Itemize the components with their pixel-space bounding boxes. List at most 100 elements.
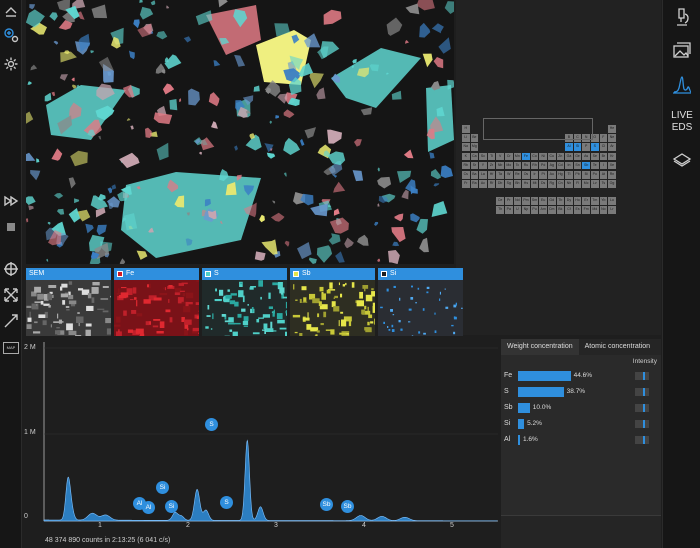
element-al[interactable]: Al (565, 143, 573, 151)
element-yb[interactable]: Yb (599, 197, 608, 205)
element-hs[interactable]: Hs (522, 180, 530, 188)
element-y[interactable]: Y (479, 161, 487, 170)
element-co[interactable]: Co (530, 152, 539, 161)
element-pu[interactable]: Pu (530, 206, 539, 214)
element-w[interactable]: W (505, 171, 513, 179)
element-f[interactable]: F (599, 134, 608, 142)
element-at[interactable]: At (599, 171, 608, 179)
fast-forward-icon[interactable] (2, 192, 20, 210)
expand-arrows-icon[interactable] (2, 286, 20, 304)
element-na[interactable]: Na (462, 143, 470, 151)
element-mt[interactable]: Mt (530, 180, 539, 188)
element-cm[interactable]: Cm (548, 206, 556, 214)
element-gd[interactable]: Gd (548, 197, 556, 205)
stop-icon[interactable] (2, 218, 20, 236)
element-pb[interactable]: Pb (573, 171, 582, 179)
element-mo[interactable]: Mo (505, 161, 513, 170)
element-hg[interactable]: Hg (556, 171, 565, 179)
element-he[interactable]: He (608, 125, 616, 133)
element-ta[interactable]: Ta (496, 171, 504, 179)
element-re[interactable]: Re (513, 171, 522, 179)
element-as[interactable]: As (582, 152, 590, 161)
element-tl[interactable]: Tl (565, 171, 573, 179)
element-rg[interactable]: Rg (548, 180, 556, 188)
element-te[interactable]: Te (591, 161, 599, 170)
element-mc[interactable]: Mc (582, 180, 590, 188)
peak-label-sb-2[interactable]: Sb (341, 500, 354, 513)
intensity-slider[interactable] (635, 420, 649, 428)
element-ac[interactable]: Ac (479, 180, 487, 188)
element-no[interactable]: No (599, 206, 608, 214)
element-rh[interactable]: Rh (530, 161, 539, 170)
element-ts[interactable]: Ts (599, 180, 608, 188)
element-ga[interactable]: Ga (565, 152, 573, 161)
element-cr[interactable]: Cr (505, 152, 513, 161)
element-kr[interactable]: Kr (608, 152, 616, 161)
element-sb[interactable]: Sb (582, 161, 590, 170)
element-ru[interactable]: Ru (522, 161, 530, 170)
layered-image-view[interactable] (26, 0, 454, 264)
element-lr[interactable]: Lr (608, 206, 616, 214)
element-p[interactable]: P (582, 143, 590, 151)
element-os[interactable]: Os (522, 171, 530, 179)
map-thumbnail-sb[interactable]: Sb (290, 268, 375, 336)
element-pm[interactable]: Pm (522, 197, 530, 205)
element-k[interactable]: K (462, 152, 470, 161)
element-db[interactable]: Db (496, 180, 504, 188)
element-u[interactable]: U (513, 206, 522, 214)
intensity-slider[interactable] (635, 372, 649, 380)
line-tool-icon[interactable] (2, 312, 20, 330)
element-cf[interactable]: Cf (565, 206, 573, 214)
element-ar[interactable]: Ar (608, 143, 616, 151)
map-thumbnail-fe[interactable]: Fe (114, 268, 199, 336)
spectrum-icon[interactable] (668, 72, 696, 98)
element-pd[interactable]: Pd (539, 161, 547, 170)
element-ho[interactable]: Ho (573, 197, 582, 205)
element-es[interactable]: Es (573, 206, 582, 214)
peak-label-s-1[interactable]: S (205, 418, 218, 431)
element-eu[interactable]: Eu (539, 197, 547, 205)
element-zr[interactable]: Zr (487, 161, 496, 170)
element-li[interactable]: Li (462, 134, 470, 142)
element-tm[interactable]: Tm (591, 197, 599, 205)
intensity-slider[interactable] (635, 388, 649, 396)
element-hf[interactable]: Hf (487, 171, 496, 179)
map-thumbnail-si[interactable]: Si (378, 268, 463, 336)
element-ge[interactable]: Ge (573, 152, 582, 161)
element-rf[interactable]: Rf (487, 180, 496, 188)
element-fm[interactable]: Fm (582, 206, 590, 214)
element-mn[interactable]: Mn (513, 152, 522, 161)
tab-atomic-concentration[interactable]: Atomic concentration (579, 339, 656, 355)
concentration-row-si[interactable]: Si 5.2% (501, 418, 661, 430)
element-zn[interactable]: Zn (556, 152, 565, 161)
element-si[interactable]: Si (573, 143, 582, 151)
element-cd[interactable]: Cd (556, 161, 565, 170)
element-np[interactable]: Np (522, 206, 530, 214)
element-cs[interactable]: Cs (462, 171, 470, 179)
element-sc[interactable]: Sc (479, 152, 487, 161)
element-bh[interactable]: Bh (513, 180, 522, 188)
peak-label-si-1[interactable]: Si (156, 481, 169, 494)
element-fe[interactable]: Fe (522, 152, 530, 161)
element-sn[interactable]: Sn (573, 161, 582, 170)
peak-label-al-2[interactable]: Al (142, 501, 155, 514)
element-ba[interactable]: Ba (470, 171, 479, 179)
element-ti[interactable]: Ti (487, 152, 496, 161)
element-cl[interactable]: Cl (599, 143, 608, 151)
element-cu[interactable]: Cu (548, 152, 556, 161)
element-v[interactable]: V (496, 152, 504, 161)
element-ds[interactable]: Ds (539, 180, 547, 188)
element-be[interactable]: Be (470, 134, 479, 142)
element-tb[interactable]: Tb (556, 197, 565, 205)
element-rn[interactable]: Rn (608, 171, 616, 179)
element-po[interactable]: Po (591, 171, 599, 179)
microscope-icon[interactable] (668, 4, 696, 30)
element-fl[interactable]: Fl (573, 180, 582, 188)
element-la[interactable]: La (479, 171, 487, 179)
element-rb[interactable]: Rb (462, 161, 470, 170)
element-bi[interactable]: Bi (582, 171, 590, 179)
element-ca[interactable]: Ca (470, 152, 479, 161)
element-i[interactable]: I (599, 161, 608, 170)
peak-label-s-2[interactable]: S (220, 496, 233, 509)
element-ne[interactable]: Ne (608, 134, 616, 142)
